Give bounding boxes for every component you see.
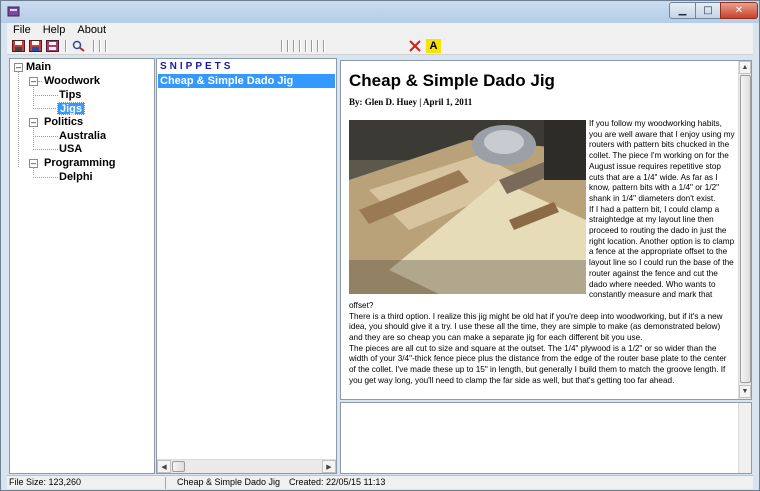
toolbar-separator: [293, 40, 294, 52]
toolbar-separator: [323, 40, 324, 52]
scroll-thumb[interactable]: [172, 461, 185, 472]
tree-node-woodwork[interactable]: Woodwork: [44, 75, 100, 88]
minimize-button[interactable]: ▁: [669, 2, 696, 19]
list-item[interactable]: Cheap & Simple Dado Jig: [158, 74, 335, 88]
collapse-icon[interactable]: –: [29, 159, 38, 168]
tree-line: [38, 81, 42, 82]
collapse-icon[interactable]: –: [29, 118, 38, 127]
scroll-up-icon[interactable]: ▲: [739, 61, 751, 74]
article-body: If you follow my woodworking habits, you…: [349, 119, 735, 387]
toolbar-separator: [299, 40, 300, 52]
tree-node-delphi[interactable]: Delphi: [59, 171, 93, 184]
toolbar-separator: [311, 40, 312, 52]
toolbar-separator: [281, 40, 282, 52]
toolbar-separator: [317, 40, 318, 52]
snippets-list[interactable]: SNIPPETS Cheap & Simple Dado Jig ◀ ▶: [156, 58, 337, 474]
menu-about[interactable]: About: [71, 23, 112, 38]
save-icon: [12, 40, 25, 52]
search-icon: [72, 40, 85, 52]
scroll-right-icon[interactable]: ▶: [322, 460, 336, 473]
article-paragraph: The pieces are all cut to size and squar…: [349, 343, 727, 385]
save-all-icon: [29, 40, 42, 52]
title-bar[interactable]: ▁ □ ✕: [1, 1, 759, 23]
menu-help[interactable]: Help: [37, 23, 72, 38]
tree-node-jigs[interactable]: Jigs: [57, 102, 86, 115]
toolbar: A: [7, 38, 753, 55]
byline-text: By: Glen D. Huey | April 1, 2011: [349, 97, 473, 107]
status-file-size: File Size: 123,260: [9, 477, 82, 487]
article-photo: [349, 120, 586, 294]
maximize-icon: □: [703, 5, 713, 16]
tree-line: [33, 95, 58, 96]
horizontal-scrollbar[interactable]: ◀ ▶: [157, 459, 336, 473]
save-all-button[interactable]: [28, 39, 43, 53]
export-button[interactable]: [45, 39, 60, 53]
status-divider: [165, 477, 166, 489]
notes-pane[interactable]: [340, 402, 752, 474]
status-created: Created: 22/05/15 11:13: [289, 477, 386, 487]
snippets-header: SNIPPETS: [160, 61, 234, 72]
article-view[interactable]: Cheap & Simple Dado Jig By: Glen D. Huey…: [340, 60, 752, 400]
vertical-scrollbar[interactable]: ▲ ▼: [738, 61, 751, 399]
toolbar-separator: [99, 40, 100, 52]
vertical-scrollbar[interactable]: [738, 403, 751, 473]
menu-bar: File Help About: [7, 23, 753, 38]
scroll-down-icon[interactable]: ▼: [739, 385, 751, 398]
menu-file[interactable]: File: [7, 23, 37, 38]
export-icon: [46, 40, 59, 52]
tree-line: [33, 149, 58, 150]
app-icon: [7, 6, 20, 17]
tree-node-politics[interactable]: Politics: [44, 116, 83, 129]
close-icon: ✕: [734, 5, 744, 16]
delete-button[interactable]: [407, 39, 422, 53]
minimize-icon: ▁: [678, 5, 687, 16]
close-button[interactable]: ✕: [720, 2, 758, 19]
scroll-left-icon[interactable]: ◀: [157, 460, 171, 473]
status-snippet-title: Cheap & Simple Dado Jig: [177, 477, 281, 487]
tree-node-usa[interactable]: USA: [59, 143, 82, 156]
font-button[interactable]: A: [426, 39, 441, 53]
tree-node-australia[interactable]: Australia: [59, 130, 106, 143]
article-paragraph: If you follow my woodworking habits, you…: [589, 119, 735, 203]
collapse-icon[interactable]: –: [29, 77, 38, 86]
toolbar-separator: [305, 40, 306, 52]
scroll-thumb[interactable]: [740, 75, 751, 383]
save-button[interactable]: [11, 39, 26, 53]
tree-node-programming[interactable]: Programming: [44, 157, 116, 170]
search-button[interactable]: [71, 39, 86, 53]
app-window: ▁ □ ✕ File Help About A – Main – Woodwor…: [0, 0, 760, 491]
maximize-button[interactable]: □: [695, 2, 721, 19]
toolbar-separator: [93, 40, 94, 52]
article-paragraph: There is a third option. I realize this …: [349, 311, 723, 343]
font-icon: A: [429, 40, 438, 52]
status-bar: File Size: 123,260 Cheap & Simple Dado J…: [7, 475, 753, 489]
toolbar-separator: [65, 40, 66, 52]
tree-line: [33, 177, 58, 178]
tree-line: [33, 108, 56, 109]
dado-jig-photo: [349, 120, 586, 294]
tree-node-main[interactable]: Main: [26, 61, 51, 74]
category-tree[interactable]: – Main – Woodwork Tips Jigs – Politics A…: [9, 58, 155, 474]
tree-node-tips[interactable]: Tips: [59, 89, 81, 102]
delete-icon: [408, 40, 421, 52]
article-title: Cheap & Simple Dado Jig: [349, 71, 555, 90]
tree-line: [33, 136, 58, 137]
article-byline: By: Glen D. Huey | April 1, 2011: [349, 97, 735, 107]
tree-line: [18, 70, 19, 167]
collapse-icon[interactable]: –: [14, 63, 23, 72]
toolbar-separator: [287, 40, 288, 52]
toolbar-separator: [105, 40, 106, 52]
article: Cheap & Simple Dado Jig By: Glen D. Huey…: [349, 69, 735, 395]
